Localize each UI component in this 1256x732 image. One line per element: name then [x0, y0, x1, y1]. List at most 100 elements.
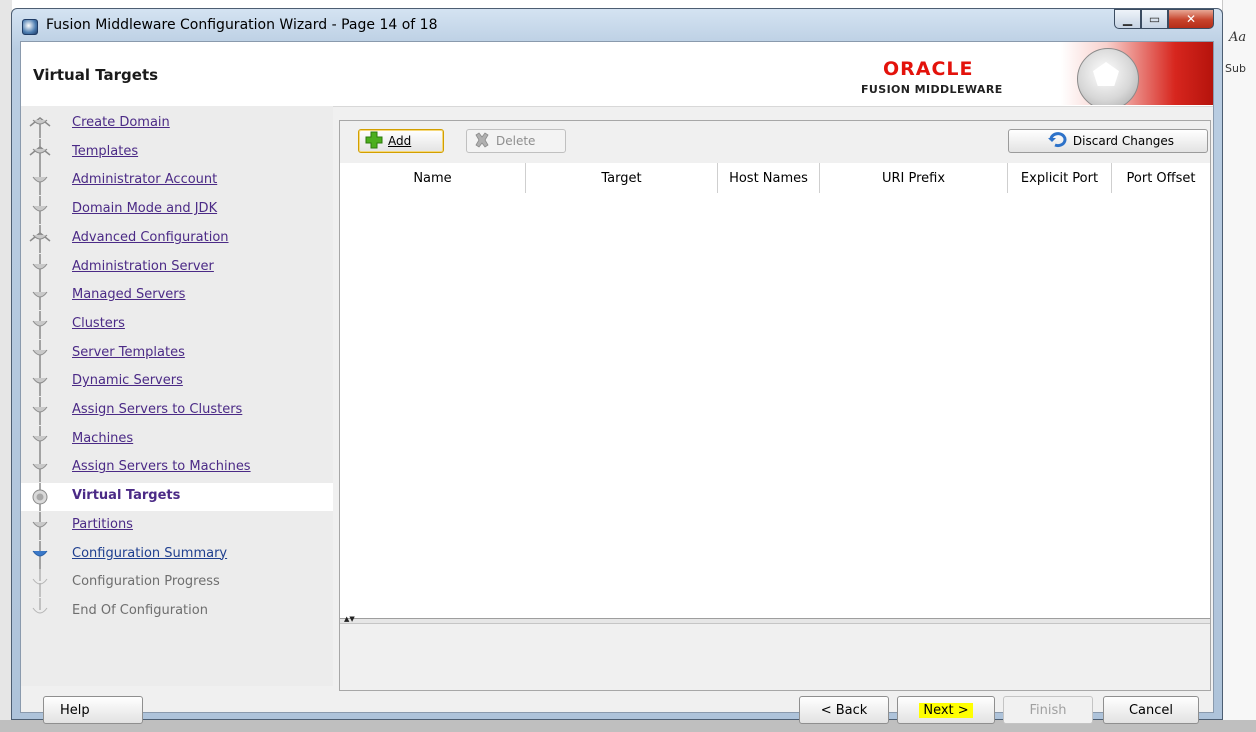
column-header-name[interactable]: Name	[340, 163, 526, 193]
column-header-explicit-port[interactable]: Explicit Port	[1008, 163, 1112, 193]
nav-step-label: Configuration Summary	[72, 545, 228, 561]
nav-step-virtual-targets[interactable]: Virtual Targets	[21, 483, 333, 512]
step-marker-icon	[32, 425, 48, 454]
step-marker-icon	[32, 397, 48, 425]
virtual-targets-panel: Add Delete Discard Changes Name Target H…	[339, 120, 1211, 691]
virtual-targets-table-body[interactable]	[340, 193, 1210, 618]
nav-step-administration-server[interactable]: Administration Server	[21, 253, 333, 282]
nav-step-templates[interactable]: Templates	[21, 138, 333, 167]
nav-step-label: Assign Servers to Clusters	[72, 402, 243, 417]
cancel-button-label: Cancel	[1128, 702, 1174, 718]
help-button-label: Help	[60, 702, 90, 718]
nav-step-label: End Of Configuration	[72, 602, 208, 618]
finish-button-label: Finish	[1029, 702, 1067, 718]
step-marker-icon	[32, 454, 48, 483]
splitter-arrows-icon[interactable]: ▲▼	[344, 615, 355, 623]
discard-changes-button[interactable]: Discard Changes	[1008, 129, 1208, 153]
nav-step-label: Assign Servers to Machines	[72, 459, 251, 475]
step-marker-icon	[32, 282, 48, 311]
step-marker-icon	[32, 540, 48, 569]
back-button[interactable]: < Back	[799, 696, 889, 724]
nav-step-clusters[interactable]: Clusters	[21, 310, 333, 339]
discard-changes-label: Discard Changes	[1072, 134, 1175, 148]
nav-step-label: Templates	[72, 143, 139, 159]
wizard-header: Virtual Targets ORACLE FUSION MIDDLEWARE	[21, 42, 1213, 107]
column-header-target[interactable]: Target	[526, 163, 718, 193]
nav-step-machines[interactable]: Machines	[21, 425, 333, 454]
app-icon	[22, 19, 38, 35]
maximize-icon: ▭	[1148, 12, 1161, 26]
detail-pane	[340, 624, 1210, 690]
step-marker-icon	[29, 138, 51, 167]
wizard-client-area: Virtual Targets ORACLE FUSION MIDDLEWARE…	[20, 41, 1214, 724]
nav-step-label: Advanced Configuration	[72, 229, 229, 245]
table-toolbar: Add Delete Discard Changes	[340, 121, 1210, 164]
nav-step-advanced-configuration[interactable]: Advanced Configuration	[21, 224, 333, 253]
nav-step-label: Create Domain	[72, 115, 170, 130]
fusion-middleware-text: FUSION MIDDLEWARE	[861, 83, 1003, 96]
cancel-button[interactable]: Cancel	[1103, 696, 1199, 724]
back-button-label: < Back	[820, 702, 868, 718]
undo-icon	[1047, 131, 1068, 151]
step-marker-icon	[32, 310, 48, 339]
nav-step-assign-servers-to-clusters[interactable]: Assign Servers to Clusters	[21, 397, 333, 425]
background-text-1: Aa	[1229, 30, 1247, 45]
step-marker-icon	[32, 511, 48, 540]
nav-step-partitions[interactable]: Partitions	[21, 511, 333, 540]
table-header: Name Target Host Names URI Prefix Explic…	[340, 163, 1210, 194]
step-marker-icon	[32, 253, 48, 282]
title-bar[interactable]: Fusion Middleware Configuration Wizard -…	[12, 9, 1222, 43]
close-button[interactable]: ✕	[1168, 9, 1214, 29]
help-button[interactable]: Help	[43, 696, 143, 724]
step-marker-icon	[29, 117, 51, 138]
column-header-uri-prefix[interactable]: URI Prefix	[820, 163, 1008, 193]
minimize-button[interactable]: ▁	[1114, 9, 1141, 29]
step-marker-icon	[32, 167, 48, 196]
window-title: Fusion Middleware Configuration Wizard -…	[46, 17, 438, 33]
page-title: Virtual Targets	[33, 66, 159, 84]
add-button-label: Add	[388, 134, 412, 148]
step-marker-icon	[32, 339, 48, 368]
step-marker-icon	[32, 196, 48, 225]
nav-step-label: Server Templates	[72, 344, 185, 360]
nav-step-label: Clusters	[72, 315, 125, 331]
step-marker-icon	[32, 569, 48, 598]
close-icon: ✕	[1185, 12, 1197, 26]
next-button-label: Next >	[919, 702, 973, 718]
delete-button-label: Delete	[496, 134, 536, 148]
nav-step-administrator-account[interactable]: Administrator Account	[21, 167, 333, 196]
nav-step-configuration-summary[interactable]: Configuration Summary	[21, 540, 333, 569]
nav-step-label: Partitions	[72, 516, 133, 532]
nav-step-assign-servers-to-machines[interactable]: Assign Servers to Machines	[21, 454, 333, 483]
column-header-host-names[interactable]: Host Names	[718, 163, 820, 193]
nav-step-label: Managed Servers	[72, 287, 186, 303]
nav-step-domain-mode-and-jdk[interactable]: Domain Mode and JDK	[21, 196, 333, 225]
nav-step-label: Domain Mode and JDK	[72, 201, 218, 217]
column-header-port-offset[interactable]: Port Offset	[1112, 163, 1210, 193]
oracle-logo-text: ORACLE	[883, 58, 974, 80]
step-marker-icon	[29, 224, 51, 253]
wizard-steps-nav: Create Domain Templates Administrator Acco…	[21, 106, 333, 686]
delete-icon	[473, 131, 491, 152]
nav-step-create-domain[interactable]: Create Domain	[21, 110, 333, 138]
nav-step-managed-servers[interactable]: Managed Servers	[21, 282, 333, 311]
step-marker-icon	[32, 483, 48, 512]
nav-step-server-templates[interactable]: Server Templates	[21, 339, 333, 368]
delete-button[interactable]: Delete	[466, 129, 566, 153]
window-controls: ▁ ▭ ✕	[1114, 9, 1214, 31]
minimize-icon: ▁	[1122, 12, 1133, 26]
header-banner-graphic	[1061, 42, 1213, 105]
wizard-window: Fusion Middleware Configuration Wizard -…	[11, 8, 1223, 724]
maximize-button[interactable]: ▭	[1141, 9, 1168, 29]
step-marker-icon	[32, 368, 48, 397]
nav-step-label: Administrator Account	[72, 172, 218, 188]
nav-step-label: Administration Server	[72, 258, 214, 274]
nav-step-dynamic-servers[interactable]: Dynamic Servers	[21, 368, 333, 397]
add-button[interactable]: Add	[358, 129, 444, 153]
nav-step-label: Configuration Progress	[72, 574, 220, 590]
nav-step-end-of-configuration: End Of Configuration	[21, 597, 333, 626]
finish-button[interactable]: Finish	[1003, 696, 1093, 724]
next-button[interactable]: Next >	[897, 696, 995, 724]
nav-step-label: Dynamic Servers	[72, 373, 183, 389]
nav-step-configuration-progress: Configuration Progress	[21, 569, 333, 598]
